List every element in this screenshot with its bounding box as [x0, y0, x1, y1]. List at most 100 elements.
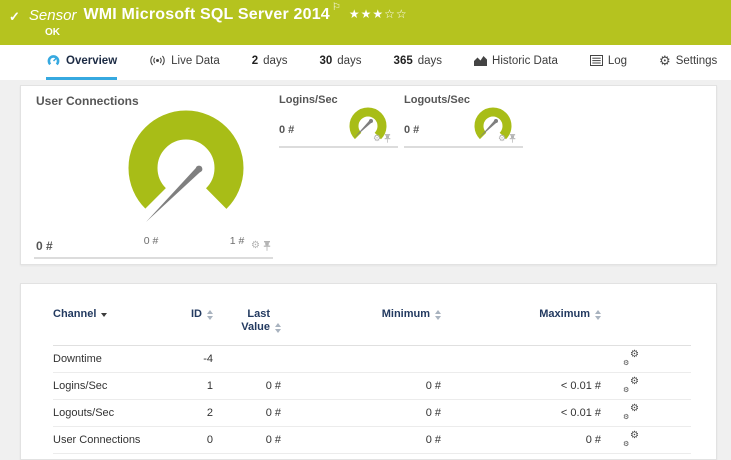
column-header-maximum[interactable]: Maximum — [441, 308, 601, 321]
tab-live-data[interactable]: Live Data — [149, 45, 220, 80]
tab-2-days-number: 2 — [251, 54, 259, 67]
channel-name[interactable]: Logouts/Sec — [53, 407, 173, 419]
status-ok-check-icon: ✓ — [9, 9, 20, 24]
channel-id: -4 — [203, 353, 213, 365]
channel-maximum: < 0.01 # — [560, 380, 601, 392]
column-header-channel[interactable]: Channel — [53, 308, 173, 321]
gauge-settings-gear-icon[interactable]: ⚙ — [373, 134, 381, 143]
gauge-tile-divider — [34, 257, 273, 259]
column-header-last-value-label: Last Value — [241, 308, 270, 333]
channel-maximum: < 0.01 # — [560, 407, 601, 419]
tab-live-data-label: Live Data — [171, 54, 220, 67]
column-header-maximum-label: Maximum — [539, 308, 590, 320]
channel-settings-gears-icon[interactable]: ⚙ ⚙ — [623, 430, 639, 449]
user-connections-gauge — [128, 110, 244, 226]
gauge-icon — [47, 55, 60, 67]
channel-last-value: 0 # — [265, 407, 281, 419]
channel-id: 2 — [206, 407, 213, 419]
tab-settings-label: Settings — [675, 54, 718, 67]
table-row: Logouts/Sec 2 0 # 0 # < 0.01 # ⚙ ⚙ — [53, 400, 691, 427]
tab-historic-data-label: Historic Data — [492, 54, 558, 67]
channel-settings-gears-icon[interactable]: ⚙ ⚙ — [623, 376, 639, 395]
channel-maximum: 0 # — [585, 434, 601, 446]
tab-settings[interactable]: ⚙ Settings — [659, 45, 717, 80]
gear-icon: ⚙ — [630, 430, 639, 441]
pin-icon[interactable] — [384, 134, 391, 143]
tab-log-label: Log — [607, 54, 628, 67]
table-header-row: Channel ID Last Value Minimum Maximum — [53, 308, 691, 346]
gauge-tile-divider — [279, 146, 398, 148]
sensor-tabbar: Overview Live Data 2 days 30 days 365 da… — [0, 45, 731, 80]
channel-last-value: 0 # — [265, 380, 281, 392]
pin-icon[interactable] — [509, 134, 516, 143]
column-header-minimum-label: Minimum — [381, 308, 430, 320]
sort-icon — [595, 310, 601, 320]
column-header-id[interactable]: ID — [173, 308, 213, 321]
tab-30-days-unit: days — [337, 54, 362, 67]
tab-2-days-unit: days — [263, 54, 288, 67]
sort-caret-icon — [101, 312, 108, 317]
gauge-controls: ⚙ — [498, 134, 516, 143]
tab-30-days[interactable]: 30 days — [319, 45, 361, 80]
gear-icon: ⚙ — [659, 53, 671, 68]
tab-historic-data[interactable]: Historic Data — [474, 45, 558, 80]
pin-icon[interactable] — [263, 241, 271, 251]
gauge-settings-gear-icon[interactable]: ⚙ — [498, 134, 506, 143]
gauge-settings-gear-icon[interactable]: ⚙ — [251, 241, 260, 251]
table-row: User Connections 0 0 # 0 # 0 # ⚙ ⚙ — [53, 427, 691, 454]
channel-name[interactable]: User Connections — [53, 434, 173, 446]
channel-settings-gears-icon[interactable]: ⚙ ⚙ — [623, 403, 639, 422]
table-row: Logins/Sec 1 0 # 0 # < 0.01 # ⚙ ⚙ — [53, 373, 691, 400]
tab-2-days[interactable]: 2 days — [252, 45, 288, 80]
area-chart-icon — [474, 56, 488, 66]
sort-icon — [275, 323, 281, 333]
channels-panel: Channel ID Last Value Minimum Maximum Do… — [20, 283, 717, 460]
gauges-panel: User Connections 0 # 1 # 0 # ⚙ Logins/Se… — [20, 85, 717, 265]
gear-icon: ⚙ — [630, 403, 639, 414]
gauge-scale-max: 1 # — [229, 235, 245, 247]
user-connections-value: 0 # — [36, 239, 53, 253]
tab-365-days-unit: days — [417, 54, 443, 67]
gauge-title-logins: Logins/Sec — [279, 94, 338, 106]
column-header-id-label: ID — [191, 308, 202, 320]
channel-name[interactable]: Downtime — [53, 353, 173, 365]
gauge-controls: ⚙ — [251, 241, 271, 251]
channel-id: 1 — [206, 380, 213, 392]
log-list-icon — [589, 55, 603, 66]
status-badge: OK — [45, 27, 60, 38]
gauge-title-logouts: Logouts/Sec — [404, 94, 471, 106]
priority-stars[interactable]: ★★★☆☆ — [349, 7, 408, 21]
gauge-scale-min: 0 # — [143, 235, 159, 247]
column-header-last-value[interactable]: Last Value — [213, 308, 281, 334]
gear-icon: ⚙ — [623, 414, 630, 421]
column-header-minimum[interactable]: Minimum — [281, 308, 441, 321]
channel-last-value: 0 # — [265, 434, 281, 446]
table-row: Downtime -4 ⚙ ⚙ — [53, 346, 691, 373]
channel-settings-gears-icon[interactable]: ⚙ ⚙ — [623, 349, 639, 368]
gear-icon: ⚙ — [623, 360, 630, 367]
gauge-title-user-connections: User Connections — [36, 94, 139, 108]
channel-minimum: 0 # — [425, 434, 441, 446]
channel-name[interactable]: Logins/Sec — [53, 380, 173, 392]
channel-minimum: 0 # — [425, 380, 441, 392]
gear-icon: ⚙ — [623, 441, 630, 448]
gear-icon: ⚙ — [630, 349, 639, 360]
tab-365-days[interactable]: 365 days — [394, 45, 442, 80]
flag-icon[interactable]: ⚐ — [332, 2, 341, 13]
broadcast-icon — [150, 55, 165, 66]
page-title: WMI Microsoft SQL Server 2014 — [83, 6, 330, 23]
gauge-tile-divider — [404, 146, 523, 148]
logins-value: 0 # — [279, 124, 295, 136]
channels-table: Channel ID Last Value Minimum Maximum Do… — [53, 308, 691, 454]
gear-icon: ⚙ — [623, 387, 630, 394]
gauge-controls: ⚙ — [373, 134, 391, 143]
logouts-value: 0 # — [404, 124, 420, 136]
tab-log[interactable]: Log — [589, 45, 628, 80]
tab-365-days-number: 365 — [393, 54, 413, 67]
tab-30-days-number: 30 — [319, 54, 333, 67]
tab-overview[interactable]: Overview — [46, 45, 118, 80]
tab-overview-label: Overview — [66, 54, 118, 67]
sensor-header: ✓ Sensor WMI Microsoft SQL Server 2014 ⚐… — [0, 0, 731, 45]
gear-icon: ⚙ — [630, 376, 639, 387]
channel-id: 0 — [206, 434, 213, 446]
